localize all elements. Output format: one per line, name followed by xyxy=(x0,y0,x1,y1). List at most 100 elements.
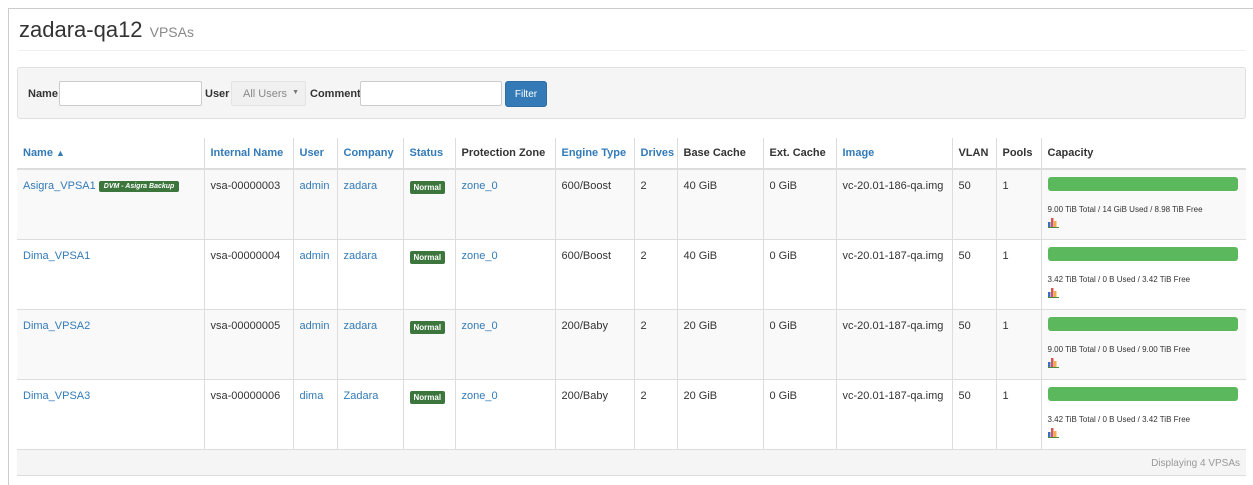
cell-company: zadara xyxy=(337,309,404,380)
cell-ext-cache: 0 GiB xyxy=(763,309,837,380)
cell-engine-type: 200/Baby xyxy=(555,379,635,450)
vpsa-name-link[interactable]: Dima_VPSA3 xyxy=(23,390,90,402)
capacity-bar xyxy=(1047,316,1238,331)
page-title-main: zadara-qa12 xyxy=(19,17,143,42)
bar-chart-icon[interactable] xyxy=(1047,357,1059,368)
user-link[interactable]: admin xyxy=(300,320,330,332)
zone-link[interactable]: zone_0 xyxy=(462,390,498,402)
cell-vlan: 50 xyxy=(952,169,997,240)
user-filter-select[interactable]: All Users ▼ xyxy=(231,81,306,106)
filter-bar: Name User All Users ▼ Comment Filter xyxy=(17,67,1246,119)
cell-image: vc-20.01-186-qa.img xyxy=(836,169,953,240)
name-filter-input[interactable] xyxy=(59,81,202,106)
cell-pools: 1 xyxy=(996,239,1042,310)
cell-drives: 2 xyxy=(634,169,678,240)
vpsa-table: Name ▲ Internal Name User Company Status … xyxy=(17,138,1246,476)
capacity-text: 9.00 TiB Total / 0 B Used / 9.00 TiB Fre… xyxy=(1047,344,1191,354)
capacity-text: 3.42 TiB Total / 0 B Used / 3.42 TiB Fre… xyxy=(1047,414,1191,424)
cell-company: zadara xyxy=(337,239,404,310)
cell-user: admin xyxy=(293,169,338,240)
cell-company: Zadara xyxy=(337,379,404,450)
vpsa-name-link[interactable]: Dima_VPSA1 xyxy=(23,250,90,262)
column-header-vlan: VLAN xyxy=(952,138,997,170)
capacity-bar xyxy=(1047,386,1238,401)
cell-base-cache: 20 GiB xyxy=(677,379,764,450)
filter-button[interactable]: Filter xyxy=(505,81,547,107)
cell-ext-cache: 0 GiB xyxy=(763,379,837,450)
zone-link[interactable]: zone_0 xyxy=(462,250,498,262)
cell-ext-cache: 0 GiB xyxy=(763,169,837,240)
column-header-status[interactable]: Status xyxy=(403,138,456,170)
cell-user: admin xyxy=(293,309,338,380)
cell-name: Dima_VPSA2 xyxy=(17,309,205,380)
title-divider xyxy=(19,50,1245,51)
cell-engine-type: 200/Baby xyxy=(555,309,635,380)
table-footer-row: Displaying 4 VPSAs xyxy=(17,449,1246,476)
table-row: Asigra_VPSA1 DVM - Asigra Backup vsa-0000… xyxy=(17,169,1246,240)
user-link[interactable]: admin xyxy=(300,180,330,192)
cell-engine-type: 600/Boost xyxy=(555,239,635,310)
column-header-name[interactable]: Name ▲ xyxy=(17,138,205,170)
cell-zone: zone_0 xyxy=(455,379,556,450)
cell-status: Normal xyxy=(403,379,456,450)
status-badge: Normal xyxy=(409,390,446,404)
cell-vlan: 50 xyxy=(952,309,997,380)
company-link[interactable]: Zadara xyxy=(344,390,379,402)
page: zadara-qa12 VPSAs Name User All Users ▼ … xyxy=(8,8,1253,485)
column-header-capacity: Capacity xyxy=(1041,138,1246,170)
user-filter-value: All Users xyxy=(243,88,288,100)
cell-status: Normal xyxy=(403,309,456,380)
column-header-drives[interactable]: Drives xyxy=(634,138,678,170)
user-link[interactable]: dima xyxy=(300,390,324,402)
vpsa-name-link[interactable]: Dima_VPSA2 xyxy=(23,320,90,332)
column-header-image[interactable]: Image xyxy=(836,138,953,170)
table-header-row: Name ▲ Internal Name User Company Status … xyxy=(17,138,1246,170)
column-header-engine-type[interactable]: Engine Type xyxy=(555,138,635,170)
cell-zone: zone_0 xyxy=(455,169,556,240)
capacity-text: 3.42 TiB Total / 0 B Used / 3.42 TiB Fre… xyxy=(1047,274,1191,284)
cell-internal-name: vsa-00000006 xyxy=(204,379,294,450)
displaying-count: Displaying 4 VPSAs xyxy=(17,449,1246,476)
zone-link[interactable]: zone_0 xyxy=(462,320,498,332)
cell-image: vc-20.01-187-qa.img xyxy=(836,379,953,450)
cell-drives: 2 xyxy=(634,309,678,380)
column-header-protection-zone: Protection Zone xyxy=(455,138,556,170)
cell-user: dima xyxy=(293,379,338,450)
user-link[interactable]: admin xyxy=(300,250,330,262)
company-link[interactable]: zadara xyxy=(344,250,378,262)
company-link[interactable]: zadara xyxy=(344,320,378,332)
vpsa-name-link[interactable]: Asigra_VPSA1 xyxy=(23,180,96,192)
status-badge: Normal xyxy=(409,320,446,334)
cell-ext-cache: 0 GiB xyxy=(763,239,837,310)
bar-chart-icon[interactable] xyxy=(1047,287,1059,298)
capacity-bar xyxy=(1047,246,1238,261)
column-header-user[interactable]: User xyxy=(293,138,338,170)
cell-drives: 2 xyxy=(634,239,678,310)
cell-base-cache: 40 GiB xyxy=(677,239,764,310)
column-header-company[interactable]: Company xyxy=(337,138,404,170)
status-badge: Normal xyxy=(409,250,446,264)
user-filter-label: User xyxy=(205,88,230,100)
cell-name: Dima_VPSA1 xyxy=(17,239,205,310)
cell-zone: zone_0 xyxy=(455,239,556,310)
cell-engine-type: 600/Boost xyxy=(555,169,635,240)
comment-filter-label: Comment xyxy=(310,88,361,100)
cell-base-cache: 40 GiB xyxy=(677,169,764,240)
column-header-internal-name[interactable]: Internal Name xyxy=(204,138,294,170)
zone-link[interactable]: zone_0 xyxy=(462,180,498,192)
capacity-bar xyxy=(1047,177,1238,191)
sort-ascending-icon: ▲ xyxy=(55,148,65,158)
cell-internal-name: vsa-00000004 xyxy=(204,239,294,310)
bar-chart-icon[interactable] xyxy=(1047,218,1059,228)
comment-filter-input[interactable] xyxy=(360,81,502,106)
name-filter-label: Name xyxy=(28,88,58,100)
cell-status: Normal xyxy=(403,239,456,310)
table-row: Dima_VPSA1 vsa-00000004 admin zadara Nor… xyxy=(17,239,1246,310)
column-header-ext-cache: Ext. Cache xyxy=(763,138,837,170)
company-link[interactable]: zadara xyxy=(344,180,378,192)
cell-pools: 1 xyxy=(996,309,1042,380)
status-badge: Normal xyxy=(409,181,446,194)
bar-chart-icon[interactable] xyxy=(1047,427,1059,438)
column-header-base-cache: Base Cache xyxy=(677,138,764,170)
table-row: Dima_VPSA2 vsa-00000005 admin zadara Nor… xyxy=(17,309,1246,380)
